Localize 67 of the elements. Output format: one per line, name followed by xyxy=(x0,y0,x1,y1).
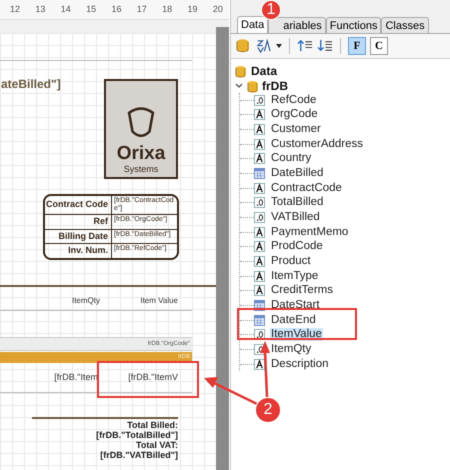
table-cell-text: Billing Date xyxy=(57,230,109,243)
calendar-icon xyxy=(254,168,265,180)
tree-item[interactable]: DateBilled xyxy=(270,167,324,180)
column-header: ItemQty xyxy=(70,295,100,307)
arrow xyxy=(204,377,258,406)
tree-item[interactable]: CreditTerms xyxy=(270,284,334,298)
tree-item[interactable]: frDB xyxy=(262,77,288,95)
total-text: Total Billed: xyxy=(126,420,178,430)
tab[interactable]: ariables xyxy=(268,17,326,33)
tree-item[interactable]: VATBilled xyxy=(270,211,321,224)
tree-item[interactable]: DateStart xyxy=(270,299,321,312)
text-field-icon xyxy=(254,241,265,252)
classes-button[interactable]: C xyxy=(370,37,388,55)
field-text: [frDB."ItemV xyxy=(127,371,178,384)
tab[interactable]: Classes xyxy=(381,17,429,33)
tree-item[interactable]: OrgCode xyxy=(270,108,319,122)
ruler: 12 13 14 15 16 17 18 19 20 xyxy=(0,0,229,20)
tree-item[interactable]: Data xyxy=(251,62,278,80)
tree-item[interactable]: Description xyxy=(270,358,330,371)
total-text: [frDB."VATBilled"] xyxy=(99,450,178,460)
tree-item[interactable]: DateEnd xyxy=(270,314,317,327)
table-cell-text: Contract Code xyxy=(45,198,109,212)
tree-item[interactable]: Product xyxy=(270,255,312,268)
database-icon xyxy=(235,64,246,78)
text-field-icon xyxy=(254,285,265,296)
tree-item[interactable]: Customer xyxy=(270,123,322,136)
tree-item[interactable]: TotalBilled xyxy=(270,196,324,210)
database-button[interactable] xyxy=(235,37,251,55)
tree-item[interactable]: ItemType xyxy=(270,270,320,283)
tree-item[interactable]: CustomerAddress xyxy=(270,138,364,151)
chevron-down-icon[interactable] xyxy=(235,82,243,90)
tree-item[interactable]: ProdCode xyxy=(270,240,324,254)
number-field-icon xyxy=(254,212,265,224)
table-cell-text: Ref xyxy=(92,215,109,228)
fields-button[interactable]: F xyxy=(348,37,366,55)
total-text: Total VAT: xyxy=(135,440,178,450)
text-field-icon xyxy=(254,270,265,282)
total-text: [frDB."TotalBilled"] xyxy=(95,430,178,440)
tab[interactable]: Functions xyxy=(326,17,382,33)
tab[interactable]: Data xyxy=(237,16,268,33)
number-field-icon xyxy=(254,197,265,208)
text-field-icon xyxy=(254,153,265,164)
text-field-icon xyxy=(254,109,265,120)
tree-item[interactable]: ItemQty xyxy=(270,342,312,356)
logo-text: Orixa xyxy=(116,144,166,164)
caret-icon[interactable] xyxy=(276,44,282,48)
text-field-icon xyxy=(254,226,265,238)
database-icon xyxy=(247,80,258,92)
tree-item[interactable]: RefCode xyxy=(270,94,318,107)
logo-tagline: Systems xyxy=(124,164,158,174)
number-field-icon xyxy=(254,94,265,106)
number-field-icon xyxy=(254,329,265,340)
text-field-icon xyxy=(254,358,265,370)
arrow xyxy=(260,341,270,398)
field-text: ateBilled"] xyxy=(1,76,61,93)
sort-button[interactable] xyxy=(255,37,282,55)
column-header: Item Value xyxy=(139,295,178,307)
table-cell-text: Inv. Num. xyxy=(67,244,109,257)
field-text: [frDB."Item xyxy=(53,371,98,384)
text-field-icon xyxy=(254,138,265,150)
text-field-icon xyxy=(254,124,265,136)
calendar-icon xyxy=(254,314,265,326)
text-field-icon xyxy=(254,256,265,268)
text-field-icon xyxy=(254,182,265,194)
tree-item[interactable]: PaymentMemo xyxy=(270,226,350,239)
tree-item[interactable]: ContractCode xyxy=(270,182,343,195)
tree-item[interactable]: Country xyxy=(270,152,312,166)
